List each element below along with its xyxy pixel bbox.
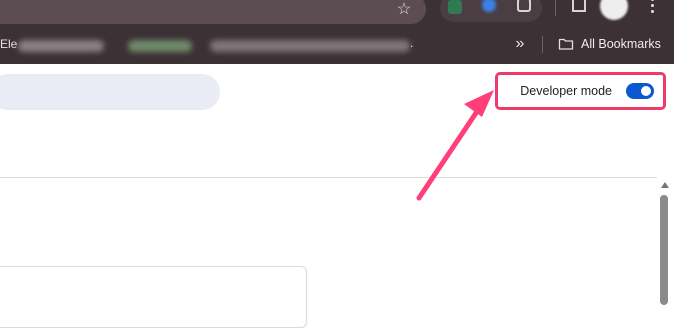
bookmark-item[interactable]: [128, 40, 192, 52]
side-panel-icon[interactable]: [572, 0, 586, 12]
bookmark-tail: .: [410, 36, 414, 50]
kebab-menu-icon[interactable]: [650, 0, 656, 18]
bookmarks-bar: Ele . » All Bookmarks: [0, 26, 674, 64]
extension-icon[interactable]: [517, 0, 531, 12]
scroll-up-arrow-icon[interactable]: [660, 180, 670, 190]
header-divider: [0, 177, 657, 178]
extension-icon[interactable]: [448, 0, 462, 14]
all-bookmarks-button[interactable]: All Bookmarks: [558, 34, 661, 54]
developer-mode-highlight: Developer mode: [495, 72, 666, 110]
star-icon[interactable]: ☆: [394, 0, 414, 20]
toolbar-divider: [555, 0, 556, 16]
search-extensions-input[interactable]: [0, 74, 220, 110]
bookmarks-divider: [542, 36, 543, 53]
address-bar[interactable]: [0, 0, 426, 24]
developer-mode-label: Developer mode: [520, 84, 612, 98]
profile-avatar[interactable]: [600, 0, 628, 20]
bookmark-item[interactable]: [18, 40, 104, 52]
browser-toolbar: ☆: [0, 0, 674, 26]
scrollbar-thumb[interactable]: [660, 195, 668, 305]
bookmark-item[interactable]: Ele: [0, 37, 17, 51]
all-bookmarks-label: All Bookmarks: [581, 37, 661, 51]
chevrons-right-icon[interactable]: »: [512, 35, 528, 53]
toggle-knob: [641, 86, 651, 96]
bookmark-item[interactable]: [210, 40, 410, 52]
developer-mode-toggle[interactable]: [626, 83, 654, 99]
folder-icon: [558, 38, 574, 50]
extension-card: [0, 266, 307, 328]
